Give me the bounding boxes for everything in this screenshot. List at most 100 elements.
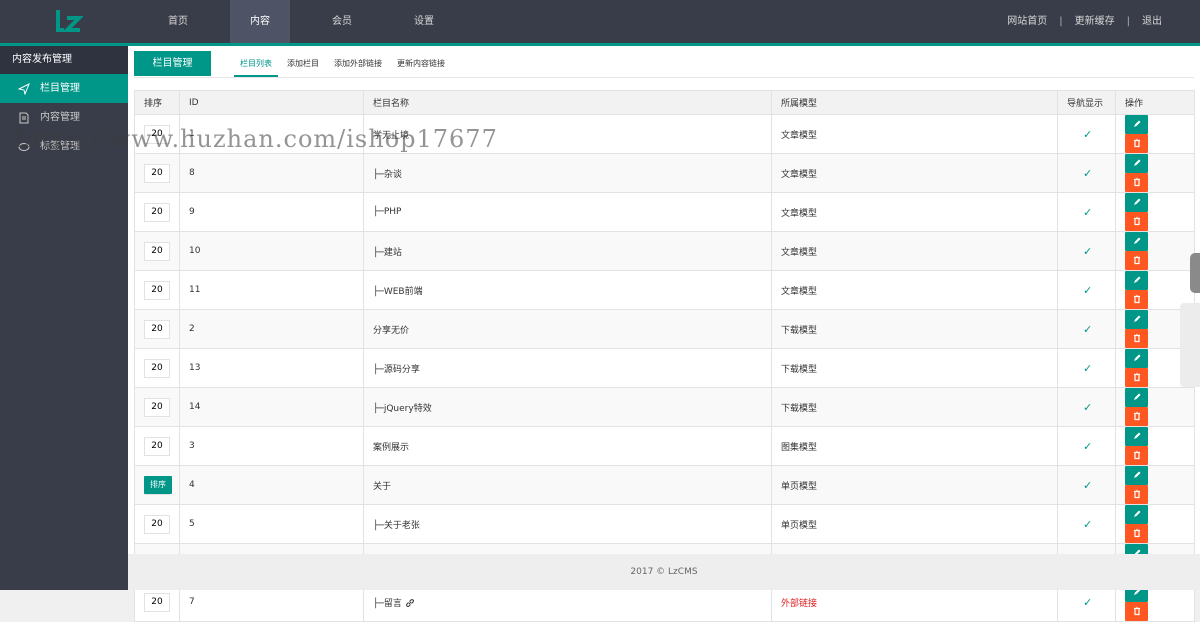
model-label: 外部链接 <box>781 598 818 609</box>
column-name: ├─jQuery特效 <box>373 403 432 414</box>
tab-add-external-link[interactable]: 添加外部链接 <box>328 51 388 77</box>
side-scroll-handle[interactable] <box>1190 253 1200 293</box>
delete-button[interactable] <box>1125 251 1148 270</box>
check-icon: ✓ <box>1083 127 1093 141</box>
check-icon: ✓ <box>1083 322 1093 336</box>
sort-order-input[interactable] <box>144 124 170 144</box>
edit-button[interactable] <box>1125 193 1148 212</box>
nav-display-cell: ✓ <box>1057 504 1116 544</box>
sidebar-title: 内容发布管理 <box>0 46 128 74</box>
sort-order-input[interactable] <box>144 358 170 378</box>
sort-order-input[interactable] <box>144 319 170 339</box>
delete-button[interactable] <box>1125 485 1148 504</box>
name-cell: ├─源码分享 <box>363 348 772 388</box>
column-manage-button[interactable]: 栏目管理 <box>134 51 211 76</box>
delete-button[interactable] <box>1125 524 1148 543</box>
edit-button[interactable] <box>1125 505 1148 524</box>
nav-item[interactable]: 内容 <box>230 0 290 43</box>
model-label: 图集模型 <box>781 442 818 453</box>
actions-cell <box>1115 387 1195 427</box>
edit-button[interactable] <box>1125 427 1148 446</box>
delete-button[interactable] <box>1125 446 1148 465</box>
model-label: 文章模型 <box>781 286 818 297</box>
delete-button[interactable] <box>1125 329 1148 348</box>
edit-button[interactable] <box>1125 232 1148 251</box>
column-name: ├─源码分享 <box>373 364 420 375</box>
sidebar-item-column-manage[interactable]: 栏目管理 <box>0 74 128 103</box>
delete-button[interactable] <box>1125 173 1148 192</box>
column-name: ├─WEB前端 <box>373 286 423 297</box>
sort-order-input[interactable] <box>144 592 170 612</box>
tab-add-column[interactable]: 添加栏目 <box>281 51 325 77</box>
edit-button[interactable] <box>1125 154 1148 173</box>
id-cell: 14 <box>179 387 364 427</box>
nav-display-cell: ✓ <box>1057 465 1116 505</box>
check-icon: ✓ <box>1083 400 1093 414</box>
sort-order-input[interactable] <box>144 397 170 417</box>
sort-order-input[interactable] <box>144 436 170 456</box>
check-icon: ✓ <box>1083 283 1093 297</box>
edit-button[interactable] <box>1125 349 1148 368</box>
sort-order-input[interactable] <box>144 241 170 261</box>
tab-column-list[interactable]: 栏目列表 <box>234 51 278 77</box>
delete-button[interactable] <box>1125 290 1148 309</box>
delete-button[interactable] <box>1125 212 1148 231</box>
sort-order-input[interactable] <box>144 163 170 183</box>
pencil-icon <box>1133 432 1140 439</box>
tab-update-content-links[interactable]: 更新内容链接 <box>391 51 451 77</box>
nav-item[interactable]: 会员 <box>312 0 372 43</box>
model-cell: 单页模型 <box>771 504 1058 544</box>
paper-plane-icon <box>18 82 30 95</box>
delete-button[interactable] <box>1125 134 1148 153</box>
sidebar-item-label: 内容管理 <box>40 112 80 123</box>
sort-order-input[interactable] <box>144 202 170 222</box>
header-model: 所属模型 <box>771 90 1058 115</box>
nav-item[interactable]: 设置 <box>394 0 454 43</box>
header-nav-display: 导航显示 <box>1057 90 1116 115</box>
edit-button[interactable] <box>1125 466 1148 485</box>
sidebar-item-tag-manage[interactable]: 标签管理 <box>0 132 128 161</box>
trash-icon <box>1133 294 1140 304</box>
check-icon: ✓ <box>1083 517 1093 531</box>
lz-logo[interactable] <box>55 8 83 34</box>
trash-icon <box>1133 177 1140 187</box>
main-content: 栏目管理 栏目列表 添加栏目 添加外部链接 更新内容链接 排序 ID 栏目名称 … <box>128 46 1200 622</box>
edit-button[interactable] <box>1125 310 1148 329</box>
content-header: 栏目管理 栏目列表 添加栏目 添加外部链接 更新内容链接 <box>134 51 1194 78</box>
sort-order-input[interactable] <box>144 280 170 300</box>
pencil-icon <box>1133 276 1140 283</box>
pencil-icon <box>1133 393 1140 400</box>
sort-button[interactable]: 排序 <box>144 476 172 494</box>
pencil-icon <box>1133 315 1140 322</box>
table-row: 10 ├─建站 文章模型 ✓ <box>134 231 1195 271</box>
delete-button[interactable] <box>1125 602 1148 621</box>
pencil-icon <box>1133 237 1140 244</box>
sidebar-item-label: 标签管理 <box>40 141 80 152</box>
pencil-icon <box>1133 354 1140 361</box>
column-name: ├─留言 <box>373 598 402 609</box>
nav-display-cell: ✓ <box>1057 270 1116 310</box>
actions-cell <box>1115 114 1195 154</box>
model-label: 下载模型 <box>781 364 818 375</box>
header-id: ID <box>179 90 364 115</box>
name-cell: 关于 <box>363 465 772 505</box>
table-header-row: 排序 ID 栏目名称 所属模型 导航显示 操作 <box>134 90 1195 115</box>
sidebar-item-content-manage[interactable]: 内容管理 <box>0 103 128 132</box>
edit-button[interactable] <box>1125 115 1148 134</box>
top-bar: 首页 内容 会员 设置 网站首页 | 更新缓存 | 退出 <box>0 0 1200 43</box>
nav-display-cell: ✓ <box>1057 426 1116 466</box>
pencil-icon <box>1133 120 1140 127</box>
id-cell: 5 <box>179 504 364 544</box>
table-row: 5 ├─关于老张 单页模型 ✓ <box>134 504 1195 544</box>
id-cell: 1 <box>179 114 364 154</box>
edit-button[interactable] <box>1125 271 1148 290</box>
name-cell: 分享无价 <box>363 309 772 349</box>
edit-button[interactable] <box>1125 388 1148 407</box>
name-cell: 案例展示 <box>363 426 772 466</box>
table-row: 8 ├─杂谈 文章模型 ✓ <box>134 153 1195 193</box>
sort-order-input[interactable] <box>144 514 170 534</box>
delete-button[interactable] <box>1125 368 1148 387</box>
nav-item[interactable]: 首页 <box>148 0 208 43</box>
top-nav: 首页 内容 会员 设置 <box>148 0 476 43</box>
delete-button[interactable] <box>1125 407 1148 426</box>
